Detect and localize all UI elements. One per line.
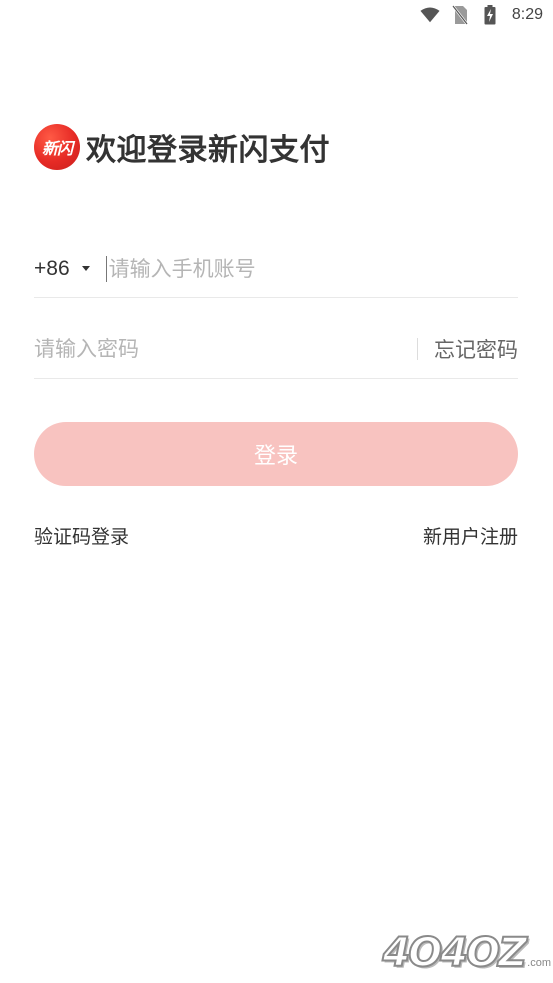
- app-logo: 新闪: [34, 124, 80, 170]
- login-button[interactable]: 登录: [34, 422, 518, 486]
- phone-field-row: +86: [34, 240, 518, 298]
- register-link[interactable]: 新用户注册: [423, 522, 518, 549]
- wifi-icon: [420, 5, 440, 25]
- forgot-password-link[interactable]: 忘记密码: [434, 334, 518, 364]
- status-bar: 8:29: [0, 0, 553, 30]
- sms-login-link[interactable]: 验证码登录: [34, 522, 129, 549]
- status-time: 8:29: [511, 6, 543, 23]
- watermark-text: 4O4OZ: [381, 930, 528, 976]
- watermark-suffix: .com: [527, 957, 551, 969]
- password-field-row: 忘记密码: [34, 320, 518, 379]
- page-title: 欢迎登录新闪支付: [86, 133, 330, 168]
- caret-down-icon: [81, 266, 90, 271]
- phone-input[interactable]: [108, 248, 518, 289]
- divider: [417, 338, 418, 360]
- bottom-links: 验证码登录 新用户注册: [34, 522, 518, 549]
- header: 新闪 欢迎登录新闪支付: [34, 124, 330, 170]
- password-input[interactable]: [34, 329, 417, 369]
- text-cursor: [105, 255, 107, 282]
- watermark: 4O4OZ .com: [381, 930, 551, 976]
- no-sim-icon: [450, 5, 470, 25]
- battery-charging-icon: [480, 5, 500, 25]
- logo-text: 新闪: [41, 139, 73, 158]
- country-code-label: +86: [34, 256, 70, 280]
- country-code-selector[interactable]: +86: [34, 257, 90, 281]
